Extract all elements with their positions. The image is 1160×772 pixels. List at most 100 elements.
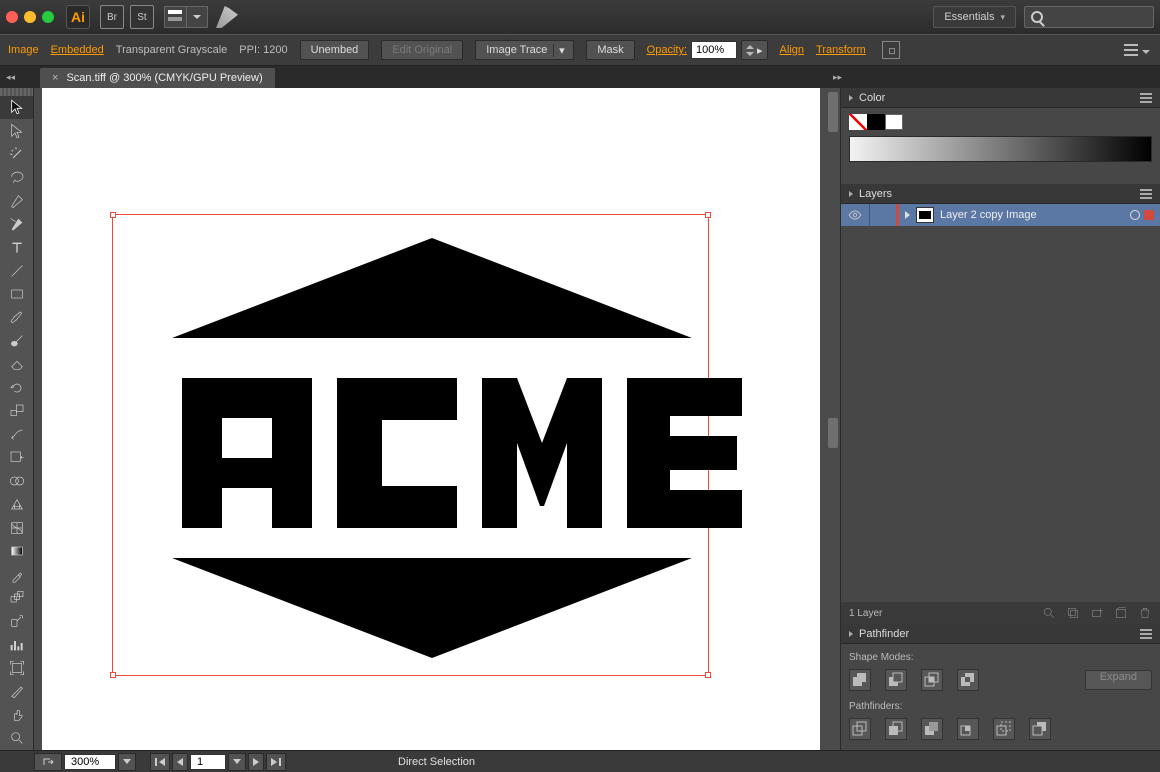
merge-button[interactable] [921, 718, 943, 740]
hand-tool[interactable] [0, 703, 33, 726]
unite-button[interactable] [849, 669, 871, 691]
white-swatch[interactable] [885, 114, 903, 130]
minimize-window-button[interactable] [24, 11, 36, 23]
trim-button[interactable] [885, 718, 907, 740]
rectangle-tool[interactable] [0, 283, 33, 306]
align-link[interactable]: Align [780, 44, 804, 56]
direct-selection-tool[interactable] [0, 119, 33, 142]
transform-link[interactable]: Transform [816, 44, 866, 56]
mask-button[interactable]: Mask [586, 40, 634, 60]
magic-wand-tool[interactable] [0, 143, 33, 166]
layer-name[interactable]: Layer 2 copy Image [940, 209, 1037, 221]
lasso-tool[interactable] [0, 166, 33, 189]
stock-launch-button[interactable]: St [130, 5, 154, 29]
blend-tool[interactable] [0, 586, 33, 609]
visibility-toggle[interactable] [847, 207, 863, 223]
prev-artboard-button[interactable] [172, 753, 188, 771]
eraser-tool[interactable] [0, 353, 33, 376]
unembed-button[interactable]: Unembed [300, 40, 370, 60]
first-artboard-button[interactable] [150, 753, 170, 771]
next-artboard-button[interactable] [248, 753, 264, 771]
panel-header-color[interactable]: Color [841, 88, 1160, 108]
outline-button[interactable] [993, 718, 1015, 740]
free-transform-tool[interactable] [0, 446, 33, 469]
artboard-input[interactable]: 1 [190, 754, 226, 770]
line-tool[interactable] [0, 259, 33, 282]
crop-button[interactable] [957, 718, 979, 740]
minus-front-button[interactable] [885, 669, 907, 691]
blob-brush-tool[interactable] [0, 329, 33, 352]
type-tool[interactable] [0, 236, 33, 259]
no-fill-swatch[interactable] [849, 114, 867, 130]
minus-back-button[interactable] [1029, 718, 1051, 740]
shape-builder-tool[interactable] [0, 470, 33, 493]
paintbrush-tool[interactable] [0, 306, 33, 329]
opacity-input[interactable]: 100% [691, 41, 737, 59]
curvature-tool[interactable] [0, 213, 33, 236]
scrollbar-thumb[interactable] [828, 92, 838, 132]
artboard[interactable] [42, 88, 820, 750]
new-sublayer-icon[interactable] [1090, 606, 1104, 620]
target-icon[interactable] [1130, 210, 1140, 220]
panel-header-layers[interactable]: Layers [841, 184, 1160, 204]
gradient-tool[interactable] [0, 540, 33, 563]
panel-menu-icon[interactable] [1140, 629, 1152, 639]
workspace-select[interactable]: Essentials ▾ [933, 6, 1016, 28]
arrange-documents-button[interactable] [164, 6, 208, 28]
close-window-button[interactable] [6, 11, 18, 23]
panel-collapse-icon[interactable] [849, 95, 853, 101]
chevron-down-icon[interactable]: ▾ [553, 44, 569, 57]
black-swatch[interactable] [867, 114, 885, 130]
gpu-performance-icon[interactable] [216, 6, 238, 28]
panel-collapse-left-icon[interactable]: ◂◂ [6, 72, 15, 83]
last-artboard-button[interactable] [266, 753, 286, 771]
document-tab[interactable]: × Scan.tiff @ 300% (CMYK/GPU Preview) [40, 68, 275, 88]
eyedropper-tool[interactable] [0, 563, 33, 586]
perspective-grid-tool[interactable] [0, 493, 33, 516]
grayscale-ramp[interactable] [849, 136, 1152, 162]
selection-tool[interactable] [0, 96, 33, 119]
opacity-step-button[interactable]: ▸ [741, 40, 768, 60]
export-button[interactable] [34, 753, 62, 771]
mesh-tool[interactable] [0, 516, 33, 539]
control-menu-button[interactable] [1124, 44, 1150, 56]
width-tool[interactable] [0, 423, 33, 446]
column-graph-tool[interactable] [0, 633, 33, 656]
rotate-tool[interactable] [0, 376, 33, 399]
symbol-sprayer-tool[interactable] [0, 610, 33, 633]
zoom-dropdown[interactable] [118, 753, 136, 771]
layer-row[interactable]: Layer 2 copy Image [841, 204, 1160, 226]
canvas-area[interactable] [34, 88, 840, 750]
intersect-button[interactable] [921, 669, 943, 691]
trash-icon[interactable] [1138, 606, 1152, 620]
search-input[interactable] [1024, 6, 1154, 28]
selection-handle[interactable] [705, 672, 711, 678]
panel-collapse-icon[interactable] [849, 631, 853, 637]
exclude-button[interactable] [957, 669, 979, 691]
panel-header-pathfinder[interactable]: Pathfinder [841, 624, 1160, 644]
make-clipping-mask-icon[interactable] [1066, 606, 1080, 620]
bridge-launch-button[interactable]: Br [100, 5, 124, 29]
zoom-tool[interactable] [0, 726, 33, 749]
divide-button[interactable] [849, 718, 871, 740]
panel-menu-icon[interactable] [1140, 93, 1152, 103]
artboard-dropdown[interactable] [228, 753, 246, 771]
image-trace-button[interactable]: Image Trace ▾ [475, 40, 574, 60]
new-layer-icon[interactable] [1114, 606, 1128, 620]
scale-tool[interactable] [0, 399, 33, 422]
vertical-scrollbar[interactable] [826, 88, 840, 750]
artboard-tool[interactable] [0, 656, 33, 679]
search-icon[interactable] [1042, 606, 1056, 620]
embedded-link[interactable]: Embedded [51, 44, 104, 56]
maximize-window-button[interactable] [42, 11, 54, 23]
pen-tool[interactable] [0, 189, 33, 212]
isolate-object-button[interactable] [882, 41, 900, 59]
close-icon[interactable]: × [52, 72, 58, 84]
slice-tool[interactable] [0, 680, 33, 703]
panel-collapse-right-icon[interactable]: ▸▸ [833, 72, 842, 83]
toolbox-grip[interactable] [0, 88, 33, 96]
opacity-label[interactable]: Opacity: [647, 44, 687, 56]
panel-collapse-icon[interactable] [849, 191, 853, 197]
expand-layer-icon[interactable] [905, 211, 910, 219]
zoom-input[interactable]: 300% [64, 754, 116, 770]
